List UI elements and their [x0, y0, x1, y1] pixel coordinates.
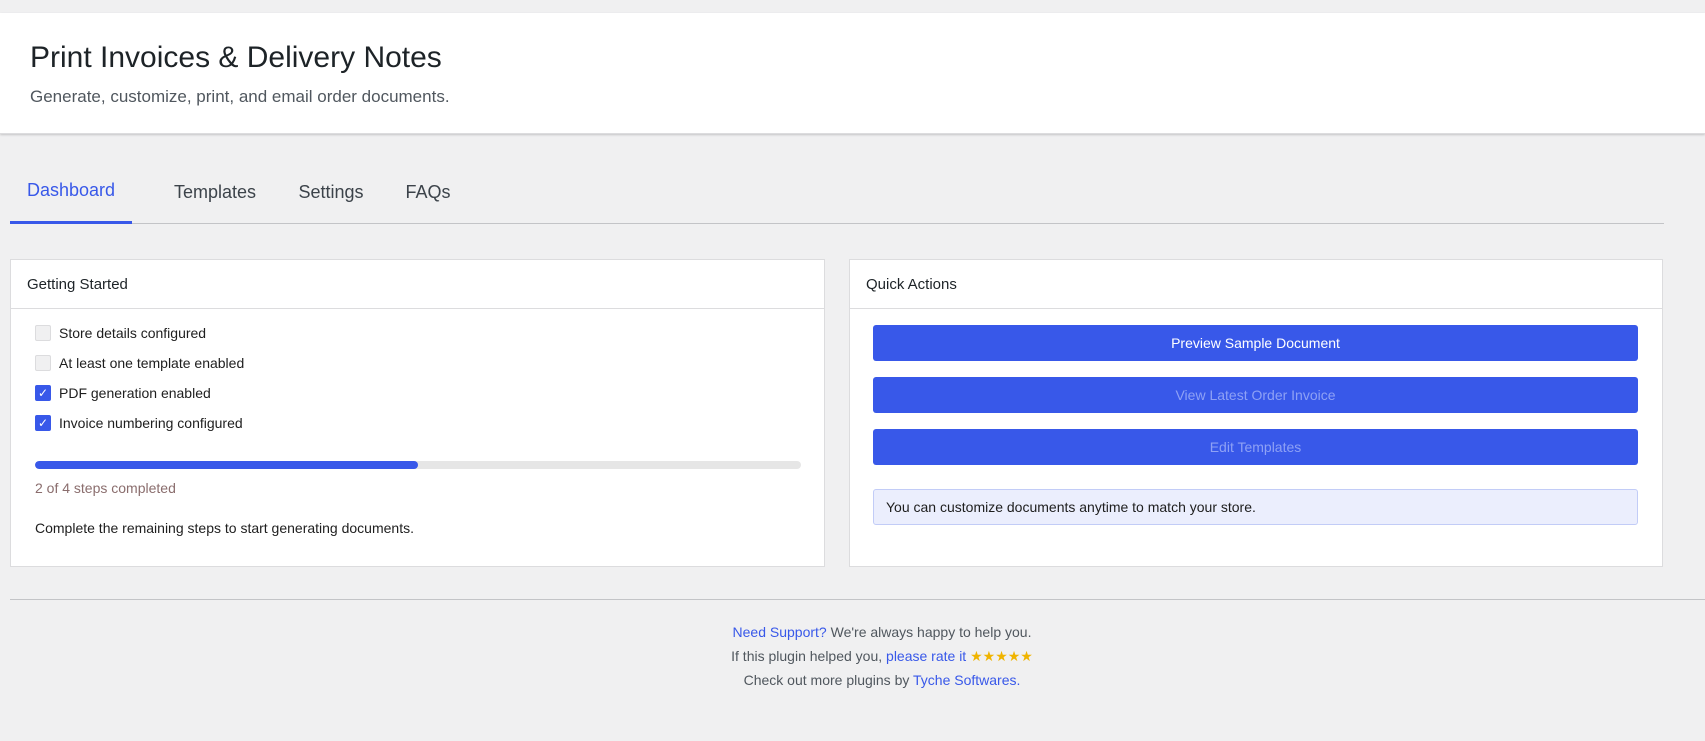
- rating-stars-icon[interactable]: ★★★★★: [970, 648, 1033, 664]
- step-store-details[interactable]: Store details configured: [35, 323, 206, 343]
- step-label: PDF generation enabled: [59, 385, 211, 401]
- step-label: Store details configured: [59, 325, 207, 341]
- checkbox-checked[interactable]: ✓: [35, 385, 51, 401]
- checkmark-icon: ✓: [37, 416, 49, 430]
- quick-actions-card: Quick Actions Preview Sample Document Vi…: [849, 259, 1663, 567]
- rate-link[interactable]: please rate it: [886, 648, 966, 664]
- step-pdf-generation[interactable]: ✓ PDF generation enabled: [35, 383, 211, 403]
- footer-divider: [10, 599, 1705, 600]
- step-template-enabled[interactable]: At least one template enabled: [35, 353, 244, 373]
- more-suffix: .: [1016, 672, 1021, 688]
- support-link[interactable]: Need Support?: [733, 624, 827, 640]
- getting-started-title: Getting Started: [11, 260, 824, 309]
- step-label: At least one template enabled: [59, 355, 245, 371]
- getting-started-note: Complete the remaining steps to start ge…: [35, 520, 414, 536]
- view-latest-invoice-button[interactable]: View Latest Order Invoice: [873, 377, 1638, 413]
- checkmark-icon: ✓: [37, 386, 49, 400]
- progress-label: 2 of 4 steps completed: [35, 480, 176, 496]
- step-label: Invoice numbering configured: [59, 415, 243, 431]
- tab-faqs[interactable]: FAQs: [388, 160, 468, 224]
- tyche-link[interactable]: Tyche Softwares: [913, 672, 1017, 688]
- more-prefix: Check out more plugins by: [743, 672, 913, 688]
- support-text: We're always happy to help you.: [826, 624, 1032, 640]
- checkbox-checked[interactable]: ✓: [35, 415, 51, 431]
- tab-bar: Dashboard Templates Settings FAQs: [10, 160, 1664, 224]
- quick-actions-title: Quick Actions: [850, 260, 1662, 309]
- tab-settings[interactable]: Settings: [286, 160, 376, 224]
- progress-bar: [35, 461, 801, 469]
- checkbox[interactable]: [35, 355, 51, 371]
- page-header: Print Invoices & Delivery Notes Generate…: [0, 13, 1705, 134]
- footer-rate-line: If this plugin helped you, please rate i…: [0, 644, 1705, 668]
- footer: Need Support? We're always happy to help…: [0, 620, 1705, 692]
- checkbox[interactable]: [35, 325, 51, 341]
- tab-dashboard[interactable]: Dashboard: [10, 160, 132, 224]
- info-notice: You can customize documents anytime to m…: [873, 489, 1638, 525]
- footer-support-line: Need Support? We're always happy to help…: [0, 620, 1705, 644]
- footer-more-line: Check out more plugins by Tyche Software…: [0, 668, 1705, 692]
- edit-templates-button[interactable]: Edit Templates: [873, 429, 1638, 465]
- progress-fill: [35, 461, 418, 469]
- page-subtitle: Generate, customize, print, and email or…: [30, 87, 450, 106]
- rate-prefix: If this plugin helped you,: [731, 648, 887, 664]
- preview-sample-button[interactable]: Preview Sample Document: [873, 325, 1638, 361]
- page-title: Print Invoices & Delivery Notes: [30, 41, 442, 74]
- tab-templates[interactable]: Templates: [150, 160, 280, 224]
- getting-started-card: Getting Started Store details configured…: [10, 259, 825, 567]
- step-invoice-numbering[interactable]: ✓ Invoice numbering configured: [35, 413, 243, 433]
